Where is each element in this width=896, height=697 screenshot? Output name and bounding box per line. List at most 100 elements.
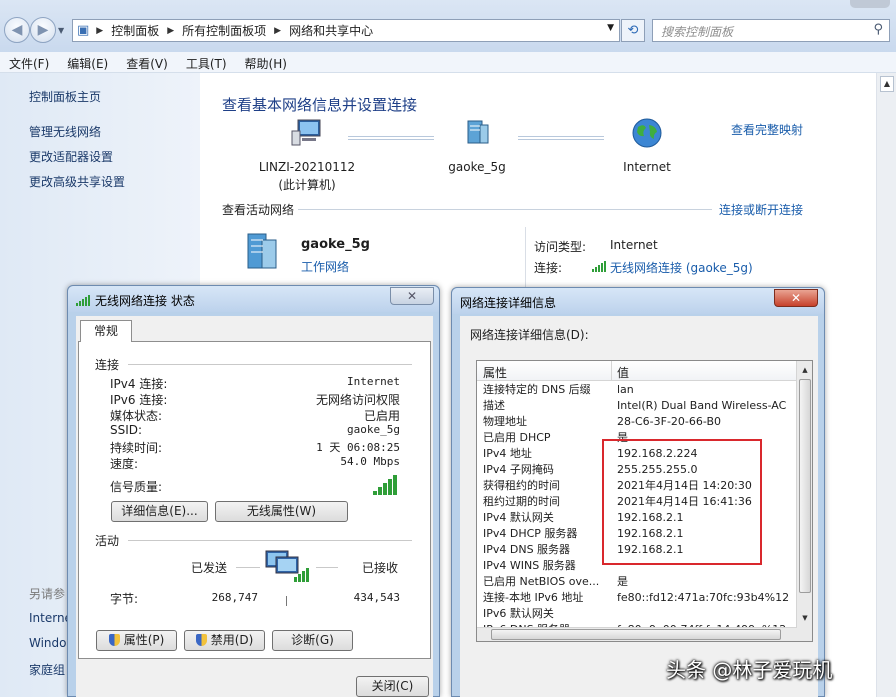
internet-node[interactable]: Internet <box>612 117 682 174</box>
sidebar-item-adapter-settings[interactable]: 更改适配器设置 <box>29 148 113 165</box>
connection-link[interactable]: 无线网络连接 (gaoke_5g) <box>592 259 753 276</box>
refresh-button[interactable]: ⟲ <box>621 19 645 42</box>
bytes-received: 434,543 <box>353 591 400 604</box>
wireless-properties-button[interactable]: 无线属性(W) <box>215 501 348 522</box>
scroll-up-icon[interactable]: ▲ <box>880 76 894 92</box>
details-vertical-scrollbar[interactable]: ▲ ▼ <box>796 361 812 641</box>
menu-edit[interactable]: 编辑(E) <box>58 52 117 72</box>
details-button[interactable]: 详细信息(E)... <box>111 501 208 522</box>
row-property: 物理地址 <box>483 415 527 428</box>
router-icon <box>467 120 489 144</box>
speed-value: 54.0 Mbps <box>340 455 400 468</box>
breadcrumb-network-center[interactable]: 网络和共享中心 <box>284 22 378 39</box>
ipv6-value: 无网络访问权限 <box>315 393 400 407</box>
recent-pages-icon[interactable]: ▼ <box>58 26 64 35</box>
divider <box>236 567 260 568</box>
row-property: IPv6 默认网关 <box>483 607 554 620</box>
see-also-heading: 另请参 <box>29 587 66 601</box>
column-header-value[interactable]: 值 <box>617 364 629 381</box>
connection-line <box>518 136 604 140</box>
details-caption: 网络连接详细信息(D): <box>470 328 589 342</box>
received-label: 已接收 <box>362 561 399 575</box>
tab-general[interactable]: 常规 <box>80 320 132 342</box>
table-row[interactable]: 连接特定的 DNS 后缀 lan <box>477 382 797 398</box>
row-property: 描述 <box>483 399 505 412</box>
close-button[interactable]: 关闭(C) <box>356 676 429 697</box>
forward-button[interactable]: ▶ <box>30 17 56 43</box>
sidebar-item-windows-firewall[interactable]: Windo <box>29 636 67 650</box>
scroll-down-icon[interactable]: ▼ <box>799 611 811 625</box>
row-value: lan <box>617 383 634 396</box>
menu-bar: 文件(F) 编辑(E) 查看(V) 工具(T) 帮助(H) <box>0 52 896 73</box>
breadcrumb-all-items[interactable]: 所有控制面板项 <box>177 22 271 39</box>
signal-bars <box>373 475 397 495</box>
address-bar-area: ◀ ▶ ▼ ▣ ▶ 控制面板 ▶ 所有控制面板项 ▶ 网络和共享中心 ▼ ⟲ 搜… <box>0 0 896 52</box>
status-dialog: 无线网络连接 状态 ✕ 常规 连接 IPv4 连接: Internet IPv6… <box>67 285 440 697</box>
signal-bar <box>388 479 392 495</box>
ipv4-label: IPv4 连接: <box>110 377 168 391</box>
menu-file[interactable]: 文件(F) <box>0 52 58 72</box>
details-dialog-body: 网络连接详细信息(D): 属性 值 连接特定的 DNS 后缀 lan 描述 Intel… <box>460 316 818 697</box>
table-row[interactable]: 描述 Intel(R) Dual Band Wireless-AC <box>477 398 797 414</box>
signal-bar <box>383 483 387 495</box>
sidebar-item-internet-options[interactable]: Interne <box>29 611 72 625</box>
page-title: 查看基本网络信息并设置连接 <box>222 96 418 114</box>
sidebar-item-homegroup[interactable]: 家庭组 <box>29 661 65 678</box>
view-full-map-link[interactable]: 查看完整映射 <box>731 121 803 138</box>
sidebar-item-advanced-sharing[interactable]: 更改高级共享设置 <box>29 173 125 190</box>
sidebar-item-home[interactable]: 控制面板主页 <box>29 88 101 105</box>
duration-label: 持续时间: <box>110 441 163 455</box>
disable-button[interactable]: 禁用(D) <box>184 630 265 651</box>
table-row[interactable]: 已启用 NetBIOS ove... 是 <box>477 574 797 590</box>
scroll-up-icon[interactable]: ▲ <box>799 363 811 377</box>
control-panel-icon: ▣ <box>77 23 90 38</box>
row-value: 28-C6-3F-20-66-B0 <box>617 415 721 428</box>
menu-view[interactable]: 查看(V) <box>117 52 177 72</box>
highlight-box <box>602 439 762 565</box>
address-input[interactable]: ▣ ▶ 控制面板 ▶ 所有控制面板项 ▶ 网络和共享中心 ▼ <box>72 19 620 42</box>
ssid-label: SSID: <box>110 423 143 437</box>
duration-value: 1 天 06:08:25 <box>316 441 400 454</box>
menu-tools[interactable]: 工具(T) <box>177 52 236 72</box>
close-icon[interactable]: ✕ <box>774 289 818 307</box>
row-property: 租约过期的时间 <box>483 495 560 508</box>
status-dialog-titlebar[interactable]: 无线网络连接 状态 ✕ <box>68 286 439 312</box>
computer-node[interactable]: LINZI-20210112 (此计算机) <box>255 117 359 193</box>
properties-button[interactable]: 属性(P) <box>96 630 177 651</box>
scrollbar-thumb[interactable] <box>799 379 811 593</box>
computer-name: LINZI-20210112 <box>258 160 356 174</box>
network-type-link[interactable]: 工作网络 <box>301 258 349 275</box>
back-button[interactable]: ◀ <box>4 17 30 43</box>
close-icon[interactable]: ✕ <box>390 287 434 305</box>
network-name: gaoke_5g <box>301 237 370 252</box>
table-row[interactable]: 物理地址 28-C6-3F-20-66-B0 <box>477 414 797 430</box>
table-row[interactable]: IPv6 默认网关 <box>477 606 797 622</box>
main-scrollbar[interactable]: ▲ <box>876 73 896 697</box>
table-row[interactable]: 连接-本地 IPv6 地址 fe80::fd12:471a:70fc:93b4%1… <box>477 590 797 606</box>
scrollbar-thumb[interactable] <box>491 629 781 640</box>
row-property: 连接-本地 IPv6 地址 <box>483 591 584 604</box>
search-input[interactable]: 搜索控制面板 ⚲ <box>652 19 890 42</box>
access-type-value: Internet <box>610 238 658 252</box>
window-close-button[interactable] <box>850 0 890 8</box>
column-header-property[interactable]: 属性 <box>483 364 507 381</box>
menu-help[interactable]: 帮助(H) <box>236 52 296 72</box>
column-separator[interactable] <box>611 361 612 381</box>
connect-disconnect-link[interactable]: 连接或断开连接 <box>719 201 803 218</box>
chevron-down-icon[interactable]: ▼ <box>607 23 614 33</box>
sidebar-item-manage-wireless[interactable]: 管理无线网络 <box>29 123 101 140</box>
row-property: IPv4 子网掩码 <box>483 463 554 476</box>
sent-label: 已发送 <box>191 561 228 575</box>
details-dialog-titlebar[interactable]: 网络连接详细信息 ✕ <box>452 288 824 314</box>
diagnose-button[interactable]: 诊断(G) <box>272 630 353 651</box>
access-type-label: 访问类型: <box>534 240 587 254</box>
details-horizontal-scrollbar[interactable] <box>477 627 797 641</box>
router-node[interactable]: gaoke_5g <box>442 117 512 174</box>
details-table[interactable]: 属性 值 连接特定的 DNS 后缀 lan 描述 Intel(R) Dual Band… <box>476 360 813 642</box>
computer-sub: (此计算机) <box>278 178 336 192</box>
internet-name: Internet <box>623 160 671 174</box>
divider <box>128 364 412 365</box>
breadcrumb-control-panel[interactable]: 控制面板 <box>106 22 164 39</box>
search-icon: ⚲ <box>873 22 883 37</box>
divider <box>525 227 526 287</box>
